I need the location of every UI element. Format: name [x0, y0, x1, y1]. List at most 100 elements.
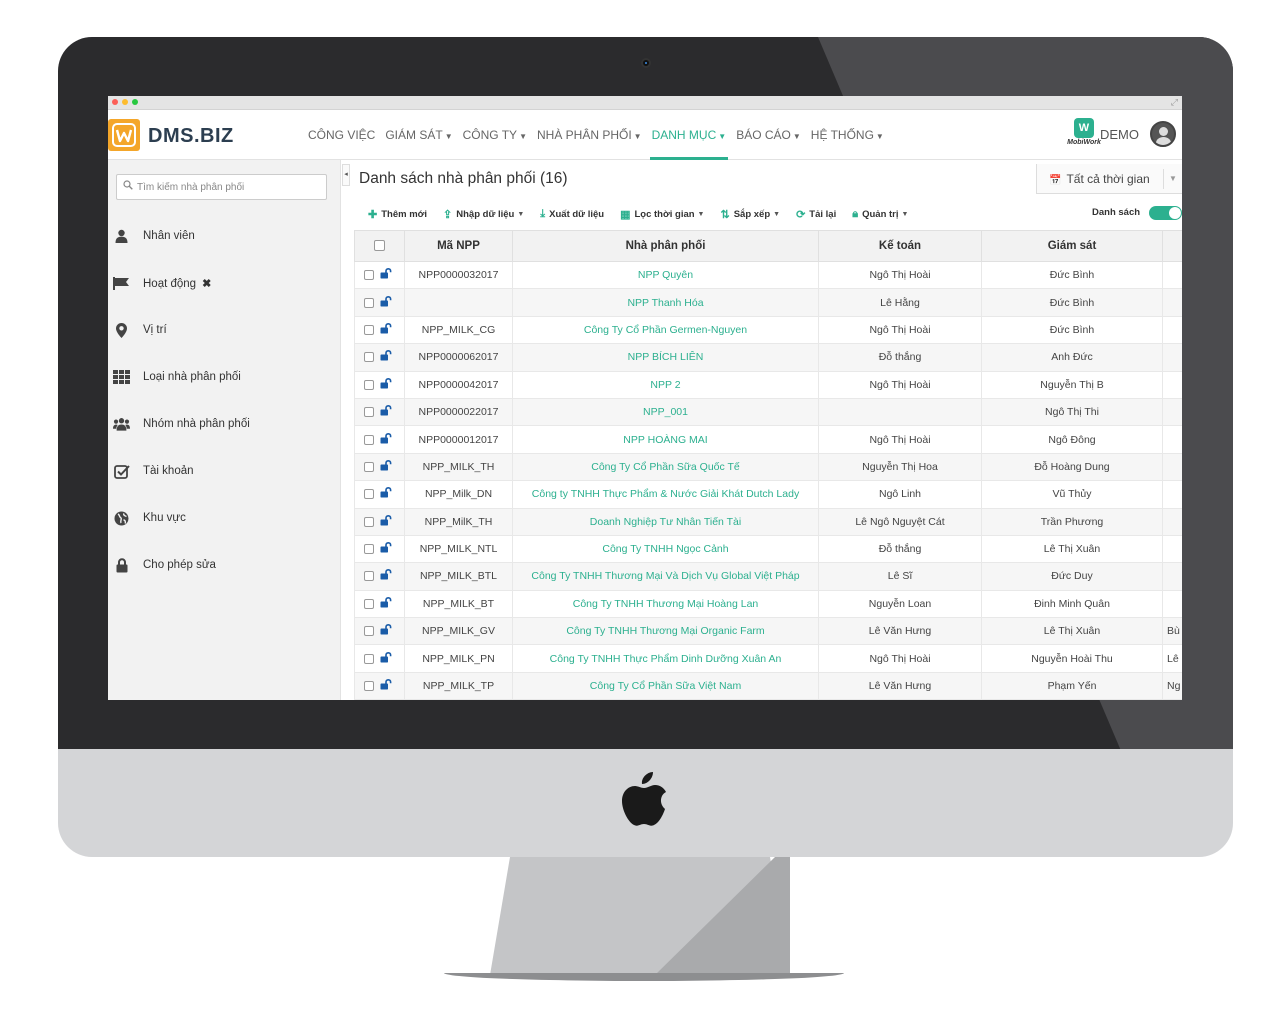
view-mode-toggle[interactable] [1149, 206, 1182, 220]
nav-item-3[interactable]: NHÀ PHÂN PHỐI ▼ [532, 110, 647, 160]
cell-distributor[interactable]: Doanh Nghiệp Tư Nhân Tiến Tài [512, 507, 819, 536]
table-row[interactable]: NPP0000042017 NPP 2 Ngô Thị Hoài Nguyễn Thị… [354, 370, 1182, 399]
table-row[interactable]: NPP_MILK_CG Công Ty Cổ Phần Germen-Nguyen… [354, 315, 1182, 345]
table-row[interactable]: NPP_MILK_BTL Công Ty TNHH Thương Mại Và D… [354, 562, 1182, 591]
export-button[interactable]: ⤓ Xuất dữ liệu [540, 208, 604, 221]
collapse-sidebar-button[interactable]: ◂ [342, 164, 350, 186]
row-checkbox[interactable] [364, 270, 374, 281]
nav-item-6[interactable]: HỆ THỐNG ▼ [806, 110, 889, 160]
unlock-icon[interactable] [380, 651, 392, 666]
row-checkbox[interactable] [364, 571, 374, 582]
fullscreen-icon[interactable]: ⤢ [1171, 97, 1178, 108]
row-checkbox[interactable] [364, 297, 374, 308]
sidebar-item-0[interactable]: Nhân viên [108, 218, 341, 254]
minimize-window-button[interactable] [122, 99, 128, 105]
time-filter-dropdown[interactable]: 📅 Tất cả thời gian ▼ [1036, 164, 1182, 194]
cell-distributor[interactable]: Công Ty Cổ Phần Sữa Việt Nam [512, 671, 819, 700]
unlock-icon[interactable] [380, 322, 392, 337]
table-row[interactable]: NPP_MilK_TH Doanh Nghiệp Tư Nhân Tiến Tài… [354, 507, 1182, 536]
column-header-accountant[interactable]: Kế toán [818, 230, 982, 262]
add-button[interactable]: ✚ Thêm mới [368, 208, 427, 221]
avatar[interactable] [1150, 121, 1176, 147]
unlock-icon[interactable] [380, 624, 392, 638]
sort-button[interactable]: ⇅ Sắp xếp ▼ [720, 208, 780, 221]
maximize-window-button[interactable] [132, 99, 138, 105]
close-window-button[interactable] [112, 99, 118, 105]
row-checkbox[interactable] [364, 598, 374, 609]
nav-item-0[interactable]: CÔNG VIỆC [303, 110, 380, 160]
user-name[interactable]: DEMO [1100, 127, 1139, 142]
nav-item-4[interactable]: DANH MỤC ▼ [647, 110, 732, 160]
cell-distributor[interactable]: Công Ty TNHH Thương Mại Hoàng Lan [512, 589, 819, 619]
sidebar-item-5[interactable]: Tài khoản [108, 453, 341, 489]
nav-item-2[interactable]: CÔNG TY ▼ [458, 110, 532, 160]
table-row[interactable]: NPP_MILK_PN Công Ty TNHH Thực Phẩm Dinh D… [354, 644, 1182, 673]
table-row[interactable]: NPP_MILK_TH Công Ty Cổ Phần Sữa Quốc Tế Ng… [354, 452, 1182, 482]
sidebar-item-3[interactable]: Loại nhà phân phối [108, 359, 341, 395]
table-row[interactable]: NPP0000012017 NPP HOÀNG MAI Ngô Thị Hoài Ng… [354, 425, 1182, 454]
row-checkbox[interactable] [364, 489, 374, 500]
table-row[interactable]: NPP0000062017 NPP BÍCH LIÊN Đỗ thắng Anh Đứ… [354, 343, 1182, 372]
column-header-code[interactable]: Mã NPP [404, 230, 513, 262]
cell-distributor[interactable]: NPP HOÀNG MAI [512, 425, 819, 454]
unlock-icon[interactable] [380, 569, 392, 583]
mobiwork-badge[interactable]: W MobiWork [1064, 118, 1104, 146]
select-all-checkbox[interactable] [374, 240, 385, 252]
brand-logo-icon[interactable] [108, 119, 140, 151]
cell-distributor[interactable]: NPP Quyên [512, 260, 819, 290]
table-row[interactable]: NPP0000032017 NPP Quyên Ngô Thị Hoài Đức Bì… [354, 260, 1182, 290]
row-checkbox[interactable] [364, 407, 374, 418]
unlock-icon[interactable] [380, 295, 392, 310]
reload-button[interactable]: ⟳ Tải lại [796, 208, 836, 221]
column-header-supervisor[interactable]: Giám sát [981, 230, 1163, 262]
table-row[interactable]: NPP Thanh Hóa Lê Hằng Đức Bình [354, 288, 1182, 317]
table-row[interactable]: NPP_MILK_GV Công Ty TNHH Thương Mại Organ… [354, 617, 1182, 646]
unlock-icon[interactable] [380, 459, 392, 474]
cell-distributor[interactable]: NPP 2 [512, 370, 819, 399]
cell-distributor[interactable]: Công Ty TNHH Thương Mại Và Dịch Vụ Globa… [512, 562, 819, 591]
nav-item-1[interactable]: GIÁM SÁT ▼ [380, 110, 457, 160]
row-checkbox[interactable] [364, 516, 374, 527]
sidebar-item-7[interactable]: Cho phép sửa [108, 547, 341, 583]
table-row[interactable]: NPP_MILK_NTL Công Ty TNHH Ngọc Cảnh Đỗ thắ… [354, 534, 1182, 564]
cell-distributor[interactable]: Công Ty TNHH Thương Mại Organic Farm [512, 617, 819, 646]
search-input[interactable] [137, 179, 322, 195]
unlock-icon[interactable] [380, 377, 392, 392]
unlock-icon[interactable] [380, 268, 392, 282]
unlock-icon[interactable] [380, 350, 392, 364]
row-checkbox[interactable] [364, 544, 374, 555]
cell-distributor[interactable]: Công Ty Cổ Phần Germen-Nguyen [512, 315, 819, 345]
admin-button[interactable]: 🔒︎ Quản trị ▼ [852, 208, 908, 221]
cell-distributor[interactable]: Công Ty TNHH Ngọc Cảnh [512, 534, 819, 564]
cell-distributor[interactable]: NPP Thanh Hóa [512, 288, 819, 317]
row-checkbox[interactable] [364, 626, 374, 637]
unlock-icon[interactable] [380, 679, 392, 693]
sidebar-item-2[interactable]: Vị trí [108, 312, 341, 348]
cell-distributor[interactable]: Công Ty TNHH Thực Phẩm Dinh Dưỡng Xuân A… [512, 644, 819, 673]
import-button[interactable]: ⇪ Nhập dữ liệu ▼ [443, 208, 524, 221]
table-row[interactable]: NPP_MILK_TP Công Ty Cổ Phần Sữa Việt Nam L… [354, 671, 1182, 700]
row-checkbox[interactable] [364, 681, 374, 692]
nav-item-5[interactable]: BÁO CÁO ▼ [731, 110, 806, 160]
unlock-icon[interactable] [380, 514, 392, 529]
table-row[interactable]: NPP_Milk_DN Công ty TNHH Thực Phẩm & Nước… [354, 480, 1182, 509]
row-checkbox[interactable] [364, 324, 374, 335]
unlock-icon[interactable] [380, 432, 392, 447]
row-checkbox[interactable] [364, 653, 374, 664]
unlock-icon[interactable] [380, 487, 392, 501]
cell-distributor[interactable]: Công ty TNHH Thực Phẩm & Nước Giải Khát … [512, 480, 819, 509]
row-checkbox[interactable] [364, 352, 374, 363]
row-checkbox[interactable] [364, 379, 374, 390]
table-row[interactable]: NPP0000022017 NPP_001 Ngô Thị Thi [354, 397, 1182, 427]
cell-distributor[interactable]: NPP BÍCH LIÊN [512, 343, 819, 372]
sidebar-item-6[interactable]: Khu vực [108, 500, 341, 536]
unlock-icon[interactable] [380, 596, 392, 611]
unlock-icon[interactable] [380, 405, 392, 419]
unlock-icon[interactable] [380, 542, 392, 556]
brand-name[interactable]: DMS.BIZ [148, 125, 234, 148]
table-row[interactable]: NPP_MILK_BT Công Ty TNHH Thương Mại Hoàng… [354, 589, 1182, 619]
column-header-distributor[interactable]: Nhà phân phối [512, 230, 819, 262]
row-checkbox[interactable] [364, 461, 374, 472]
cell-distributor[interactable]: Công Ty Cổ Phần Sữa Quốc Tế [512, 452, 819, 482]
sidebar-item-4[interactable]: Nhóm nhà phân phối [108, 406, 341, 442]
